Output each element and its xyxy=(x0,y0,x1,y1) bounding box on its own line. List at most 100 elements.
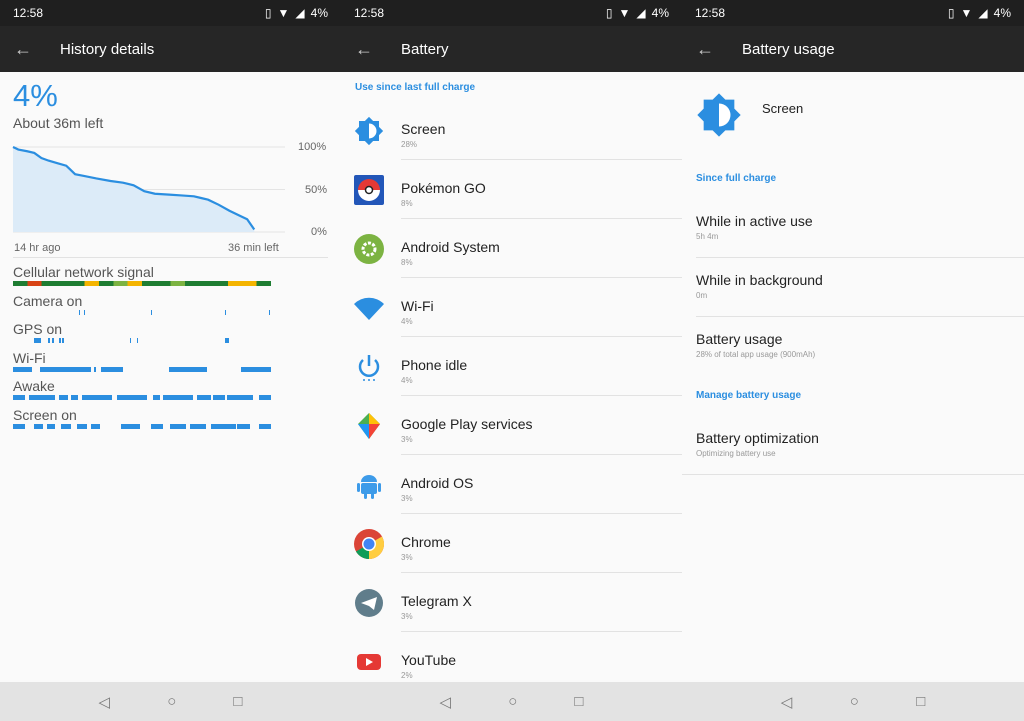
activity-segment xyxy=(226,395,254,401)
back-arrow-icon[interactable]: ← xyxy=(341,39,387,60)
vibrate-icon: ▯ xyxy=(605,6,613,20)
x-end-label: 36 min left xyxy=(228,242,279,254)
activity-segment xyxy=(269,309,271,315)
activity-segment xyxy=(212,395,226,401)
chrome-icon xyxy=(354,529,384,559)
activity-segment xyxy=(150,424,164,429)
battery-percent: 4% xyxy=(13,78,58,113)
recents-nav-icon[interactable]: □ xyxy=(916,693,925,710)
app-usage-item[interactable]: Pokémon GO 8% xyxy=(341,160,682,219)
app-name: YouTube xyxy=(401,652,457,668)
activity-segment xyxy=(170,424,187,429)
home-nav-icon[interactable]: ○ xyxy=(850,693,859,710)
row-title: Battery usage xyxy=(696,331,783,347)
power-icon xyxy=(354,352,384,382)
app-usage-item[interactable]: Wi-Fi 4% xyxy=(341,278,682,337)
page-title: Battery xyxy=(401,40,449,58)
battery-optimization-row[interactable]: Battery optimization Optimizing battery u… xyxy=(682,416,1024,475)
app-usage-item[interactable]: Screen 28% xyxy=(341,101,682,160)
app-usage: 3% xyxy=(401,553,413,562)
history-details-screen: 12:58 ▯ ▼ ◢ 4% ← History details 4% About 36m… xyxy=(0,0,341,721)
activity-segment xyxy=(13,424,26,429)
activity-label: GPS on xyxy=(13,321,63,338)
toolbar: ← Battery xyxy=(341,26,682,72)
activity-segment xyxy=(163,395,194,401)
android-icon xyxy=(354,470,384,500)
app-name: Pokémon GO xyxy=(401,180,486,196)
activity-segment xyxy=(76,424,88,429)
activity-segment xyxy=(34,338,42,344)
activity-label: Wi-Fi xyxy=(13,349,46,366)
battery-usage-screen: 12:58 ▯ ▼ ◢ 4% ← Battery usage Screen Since f… xyxy=(682,0,1024,721)
battery-history-chart xyxy=(12,146,285,233)
activity-segment xyxy=(150,309,152,315)
clock: 12:58 xyxy=(695,6,726,20)
clock: 12:58 xyxy=(13,6,44,20)
app-usage-item[interactable]: Telegram X 3% xyxy=(341,573,682,632)
back-nav-icon[interactable]: ◁ xyxy=(99,693,111,711)
app-usage: 3% xyxy=(401,435,413,444)
y-tick-50: 50% xyxy=(305,184,328,196)
activity-segment xyxy=(39,366,91,372)
battery-screen: 12:58 ▯ ▼ ◢ 4% ← Battery Use since last full … xyxy=(341,0,682,721)
y-tick-0: 0% xyxy=(311,226,327,238)
battery-usage-row: Battery usage 28% of total app usage (900… xyxy=(682,317,1024,376)
app-usage-item[interactable]: Google Play services 3% xyxy=(341,396,682,455)
activity-segment xyxy=(48,338,51,344)
wifi-status-icon: ▼ xyxy=(960,6,973,20)
android-system-icon xyxy=(354,234,384,264)
activity-segment xyxy=(79,309,81,315)
recents-nav-icon[interactable]: □ xyxy=(574,693,583,710)
clock: 12:58 xyxy=(354,6,385,20)
activity-segment xyxy=(120,424,141,429)
signal-icon: ◢ xyxy=(978,6,988,20)
navigation-bar: ◁ ○ □ xyxy=(341,682,682,721)
wifi-icon xyxy=(354,293,384,323)
navigation-bar: ◁ ○ □ xyxy=(682,682,1024,721)
activity-segment xyxy=(94,366,97,372)
vibrate-icon: ▯ xyxy=(947,6,955,20)
app-usage: 4% xyxy=(401,317,413,326)
signal-icon: ◢ xyxy=(295,6,305,20)
google-play-services-icon xyxy=(354,411,384,441)
status-bar: 12:58 ▯ ▼ ◢ 4% xyxy=(0,0,341,26)
activity-segment xyxy=(210,424,236,429)
activity-segment xyxy=(129,338,132,344)
back-arrow-icon[interactable]: ← xyxy=(0,39,46,60)
battery-level: 4% xyxy=(993,6,1011,20)
home-nav-icon[interactable]: ○ xyxy=(167,693,176,710)
back-nav-icon[interactable]: ◁ xyxy=(781,693,793,711)
app-usage: 3% xyxy=(401,612,413,621)
toolbar: ← History details xyxy=(0,26,341,72)
back-arrow-icon[interactable]: ← xyxy=(682,39,728,60)
app-name: Phone idle xyxy=(401,357,468,373)
app-usage-item[interactable]: Android System 8% xyxy=(341,219,682,278)
app-usage-item[interactable]: Phone idle 4% xyxy=(341,337,682,396)
activity-segment xyxy=(34,424,44,429)
activity-bar xyxy=(13,424,271,429)
activity-segment xyxy=(237,424,250,429)
activity-label: Camera on xyxy=(13,292,83,309)
app-usage: 2% xyxy=(401,671,413,680)
app-usage-item[interactable]: Android OS 3% xyxy=(341,455,682,514)
home-nav-icon[interactable]: ○ xyxy=(508,693,517,710)
activity-bar xyxy=(13,281,271,286)
activity-segment xyxy=(60,424,72,429)
section-header: Manage battery usage xyxy=(696,390,802,401)
app-usage-item[interactable]: Chrome 3% xyxy=(341,514,682,573)
back-nav-icon[interactable]: ◁ xyxy=(440,693,452,711)
background-row: While in background 0m xyxy=(682,258,1024,317)
app-name: Google Play services xyxy=(401,416,533,432)
app-usage: 3% xyxy=(401,494,413,503)
activity-segment xyxy=(168,366,208,372)
activity-segment xyxy=(71,395,79,401)
activity-segment xyxy=(28,395,56,401)
activity-segment xyxy=(196,395,211,401)
app-name: Screen xyxy=(762,101,804,116)
recents-nav-icon[interactable]: □ xyxy=(233,693,242,710)
activity-segment xyxy=(46,424,56,429)
activity-segment xyxy=(58,338,61,344)
activity-segment xyxy=(58,395,68,401)
app-usage: 4% xyxy=(401,376,413,385)
activity-segment xyxy=(258,395,271,401)
